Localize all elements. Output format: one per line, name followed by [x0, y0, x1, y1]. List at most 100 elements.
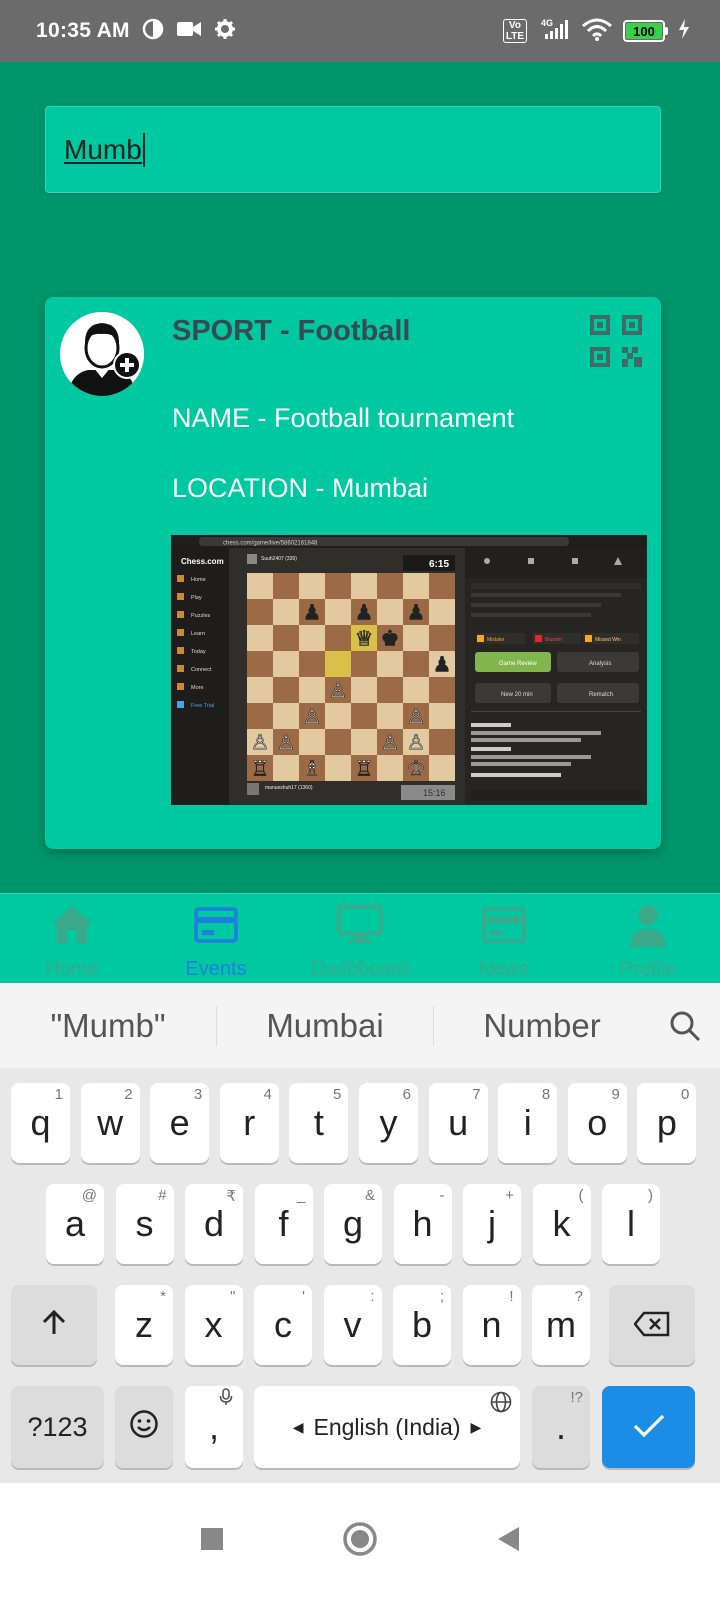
- qr-code-icon[interactable]: [590, 315, 642, 367]
- done-key[interactable]: [602, 1386, 695, 1468]
- period-key-hint: !?: [570, 1389, 583, 1406]
- key-z[interactable]: z *: [115, 1285, 173, 1365]
- key-hint: !: [509, 1288, 514, 1305]
- chess-piece: ♙: [251, 730, 270, 754]
- space-left-arrow-icon: ◀: [292, 1418, 304, 1435]
- nav-events-label: Events: [185, 958, 247, 980]
- key-l[interactable]: l): [602, 1184, 660, 1264]
- home-circle-icon[interactable]: [342, 1521, 378, 1562]
- key-a[interactable]: a @: [46, 1184, 104, 1264]
- nav-home[interactable]: Home: [0, 894, 144, 983]
- key-hint: ?: [574, 1288, 583, 1305]
- key-m[interactable]: m?: [532, 1285, 590, 1365]
- key-j[interactable]: j +: [463, 1184, 521, 1264]
- shift-arrow-icon: [40, 1304, 68, 1346]
- chess-square: [403, 651, 429, 677]
- chess-square: [377, 599, 403, 625]
- key-x[interactable]: x ": [184, 1285, 243, 1365]
- backspace-key[interactable]: [609, 1285, 695, 1365]
- symbols-key[interactable]: ?123: [11, 1386, 104, 1468]
- chess-piece: ♗: [303, 756, 322, 780]
- add-user-avatar-icon[interactable]: [60, 312, 144, 396]
- key-hint: 8: [541, 1086, 551, 1103]
- image-menu-icon: [177, 683, 184, 690]
- key-e[interactable]: e3: [150, 1083, 210, 1163]
- chess-square: [273, 703, 299, 729]
- key-y[interactable]: y6: [359, 1083, 418, 1163]
- nav-profile[interactable]: Profile: [576, 894, 720, 983]
- symbols-key-label: ?123: [27, 1411, 88, 1442]
- key-i[interactable]: i8: [498, 1083, 558, 1163]
- chess-piece: ♟: [433, 652, 452, 676]
- key-hint: 9: [611, 1086, 620, 1103]
- chess-piece: ♔: [407, 756, 426, 780]
- chess-square: [325, 573, 351, 599]
- suggestion-verbatim[interactable]: "Mumb": [0, 1007, 216, 1045]
- key-n[interactable]: n!: [462, 1285, 521, 1365]
- chess-piece: ♕: [355, 626, 374, 650]
- key-b[interactable]: b;: [393, 1285, 451, 1365]
- key-d[interactable]: d ₹: [185, 1184, 243, 1264]
- chess-piece: ♟: [355, 600, 374, 624]
- nav-profile-label: Profile: [619, 958, 677, 980]
- chess-square: [325, 729, 351, 755]
- key-hint: -: [439, 1187, 445, 1204]
- nav-dashboard[interactable]: Dashboard: [288, 894, 432, 983]
- key-t[interactable]: t5: [289, 1083, 349, 1163]
- shift-key[interactable]: [11, 1285, 97, 1365]
- event-name: NAME - Football tournament: [172, 403, 515, 433]
- suggestion-number[interactable]: Number: [434, 1007, 650, 1045]
- key-label: d: [203, 1203, 225, 1244]
- nav-events[interactable]: Events: [144, 894, 288, 983]
- svg-text:4G: 4G: [541, 18, 553, 28]
- key-r[interactable]: r4: [219, 1083, 279, 1163]
- back-triangle-icon[interactable]: [496, 1525, 520, 1558]
- search-input-value: Mumb: [64, 133, 142, 165]
- search-icon[interactable]: [650, 1010, 720, 1042]
- chess-square: [377, 651, 403, 677]
- recents-square-icon[interactable]: [200, 1527, 224, 1556]
- chess-square: [377, 573, 403, 599]
- chess-square: [325, 599, 351, 625]
- chess-square: [429, 755, 455, 781]
- image-menu-item: Puzzles: [191, 613, 211, 619]
- key-label: h: [412, 1203, 433, 1244]
- key-q[interactable]: q1: [11, 1083, 70, 1163]
- key-f[interactable]: f _: [254, 1184, 313, 1264]
- event-card[interactable]: SPORT - Football NAME - Football tournam…: [45, 297, 661, 849]
- key-g[interactable]: g &: [324, 1184, 382, 1264]
- chess-square: [429, 625, 455, 651]
- emoji-key[interactable]: [115, 1386, 173, 1468]
- video-camera-icon: [176, 20, 202, 43]
- key-w[interactable]: w2: [80, 1083, 140, 1163]
- chess-square: [403, 625, 429, 651]
- chess-square: [299, 677, 325, 703]
- chess-square: [299, 651, 325, 677]
- key-k[interactable]: k(: [532, 1184, 591, 1264]
- key-u[interactable]: u7: [428, 1083, 488, 1163]
- chess-square: [247, 625, 273, 651]
- space-key[interactable]: ◀ English (India) ▶: [254, 1386, 520, 1468]
- key-h[interactable]: h-: [393, 1184, 452, 1264]
- key-v[interactable]: v:: [323, 1285, 382, 1365]
- image-menu-icon: [177, 611, 184, 618]
- search-input[interactable]: Mumb: [45, 106, 661, 193]
- nav-news[interactable]: News: [432, 894, 576, 983]
- chess-square: [351, 703, 377, 729]
- comma-key[interactable]: ,: [185, 1386, 243, 1468]
- comma-key-label: ,: [208, 1406, 219, 1447]
- key-label: o: [587, 1102, 608, 1143]
- suggestion-mumbai[interactable]: Mumbai: [217, 1007, 433, 1045]
- key-o[interactable]: o9: [567, 1083, 627, 1163]
- key-label: m: [546, 1304, 576, 1345]
- key-p[interactable]: p0: [637, 1083, 697, 1163]
- period-key[interactable]: . !?: [532, 1386, 590, 1468]
- suggestion-strip: "Mumb" Mumbai Number: [0, 983, 720, 1068]
- chess-square: [351, 573, 377, 599]
- settings-gear-icon: [214, 18, 236, 45]
- chess-piece: ♙: [407, 730, 426, 754]
- key-s[interactable]: s #: [115, 1184, 174, 1264]
- event-image: chess.com/game/live/58602161848 Chess.co…: [171, 535, 647, 805]
- key-c[interactable]: c ': [254, 1285, 312, 1365]
- key-hint: #: [158, 1187, 167, 1204]
